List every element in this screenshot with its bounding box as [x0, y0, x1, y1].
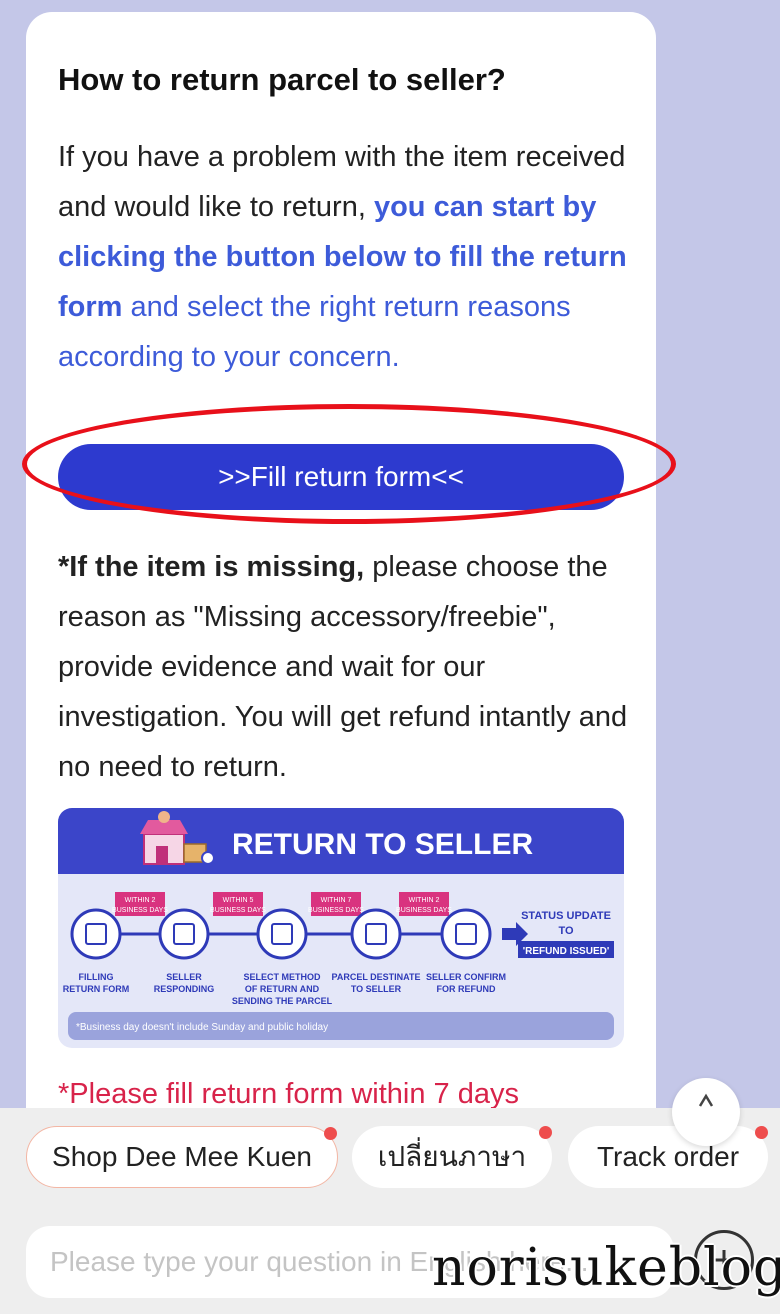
- return-process-infographic: RETURN TO SELLER WITHIN 2 BUSINESS DAYS WI…: [58, 808, 624, 1048]
- step-label: OF RETURN AND: [245, 984, 320, 994]
- step-label: SENDING THE PARCEL: [232, 996, 333, 1006]
- watermark: norisukeblog: [432, 1238, 780, 1298]
- quick-reply-shop[interactable]: Shop Dee Mee Kuen: [26, 1126, 338, 1188]
- step-label: RETURN FORM: [63, 984, 130, 994]
- infographic-title: RETURN TO SELLER: [232, 828, 533, 861]
- missing-note-text: please choose the reason as "Missing acc…: [58, 551, 628, 783]
- status-update-label: STATUS UPDATE: [521, 910, 611, 922]
- timeline-badge-label: WITHIN 2: [125, 897, 156, 904]
- message-title: How to return parcel to seller?: [58, 62, 506, 97]
- step-icon: [350, 908, 402, 960]
- infographic-footnote: *Business day doesn't include Sunday and…: [76, 1022, 328, 1033]
- step-label: RESPONDING: [154, 984, 215, 994]
- status-to-label: TO: [558, 925, 574, 937]
- chat-message-bubble: How to return parcel to seller? If you h…: [26, 12, 656, 1152]
- timeline-badge-label: BUSINESS DAYS: [210, 907, 266, 914]
- intro-text-end: and select the right return reasons acco…: [58, 291, 571, 373]
- timeline-badge-label: WITHIN 5: [223, 897, 254, 904]
- step-label: SELLER CONFIRM: [426, 972, 506, 982]
- step-label: SELLER: [166, 972, 202, 982]
- step-icon: [158, 908, 210, 960]
- status-tag: 'REFUND ISSUED': [523, 946, 609, 957]
- timeline-badge-label: BUSINESS DAYS: [112, 907, 168, 914]
- step-label: TO SELLER: [351, 984, 402, 994]
- notification-dot: [324, 1127, 337, 1140]
- chevron-icon: [698, 1093, 714, 1107]
- fill-return-form-button[interactable]: >>Fill return form<<: [58, 444, 624, 510]
- step-icon: [70, 908, 122, 960]
- step-label: SELECT METHOD: [243, 972, 321, 982]
- step-label: PARCEL DESTINATE: [331, 972, 420, 982]
- message-intro: If you have a problem with the item rece…: [58, 132, 628, 382]
- quick-reply-label: เปลี่ยนภาษา: [377, 1141, 527, 1172]
- step-label: FILLING: [79, 972, 114, 982]
- timeline-badge-label: WITHIN 7: [321, 897, 352, 904]
- timeline-badge-label: BUSINESS DAYS: [396, 907, 452, 914]
- quick-reply-label: Track order: [596, 1141, 740, 1172]
- missing-note-bold: *If the item is missing,: [58, 551, 365, 583]
- quick-reply-change-language[interactable]: เปลี่ยนภาษา: [352, 1126, 552, 1188]
- scroll-down-button[interactable]: [672, 1078, 740, 1146]
- infographic-steps: FILLING RETURN FORM SELLER RESPONDING SELECT…: [63, 908, 506, 1006]
- timeline-badge-label: BUSINESS DAYS: [308, 907, 364, 914]
- missing-item-note: *If the item is missing, please choose t…: [58, 542, 638, 792]
- step-label: FOR REFUND: [437, 984, 496, 994]
- notification-dot: [539, 1126, 552, 1139]
- step-icon: [440, 908, 492, 960]
- return-deadline-warning: *Please fill return form within 7 days: [58, 1078, 519, 1110]
- quick-reply-label: Shop Dee Mee Kuen: [52, 1141, 312, 1172]
- notification-dot: [755, 1126, 768, 1139]
- quick-reply-track-order[interactable]: Track order: [568, 1126, 768, 1188]
- timeline-badge-label: WITHIN 2: [409, 897, 440, 904]
- step-icon: [256, 908, 308, 960]
- infographic-svg: RETURN TO SELLER WITHIN 2 BUSINESS DAYS WI…: [58, 808, 624, 1040]
